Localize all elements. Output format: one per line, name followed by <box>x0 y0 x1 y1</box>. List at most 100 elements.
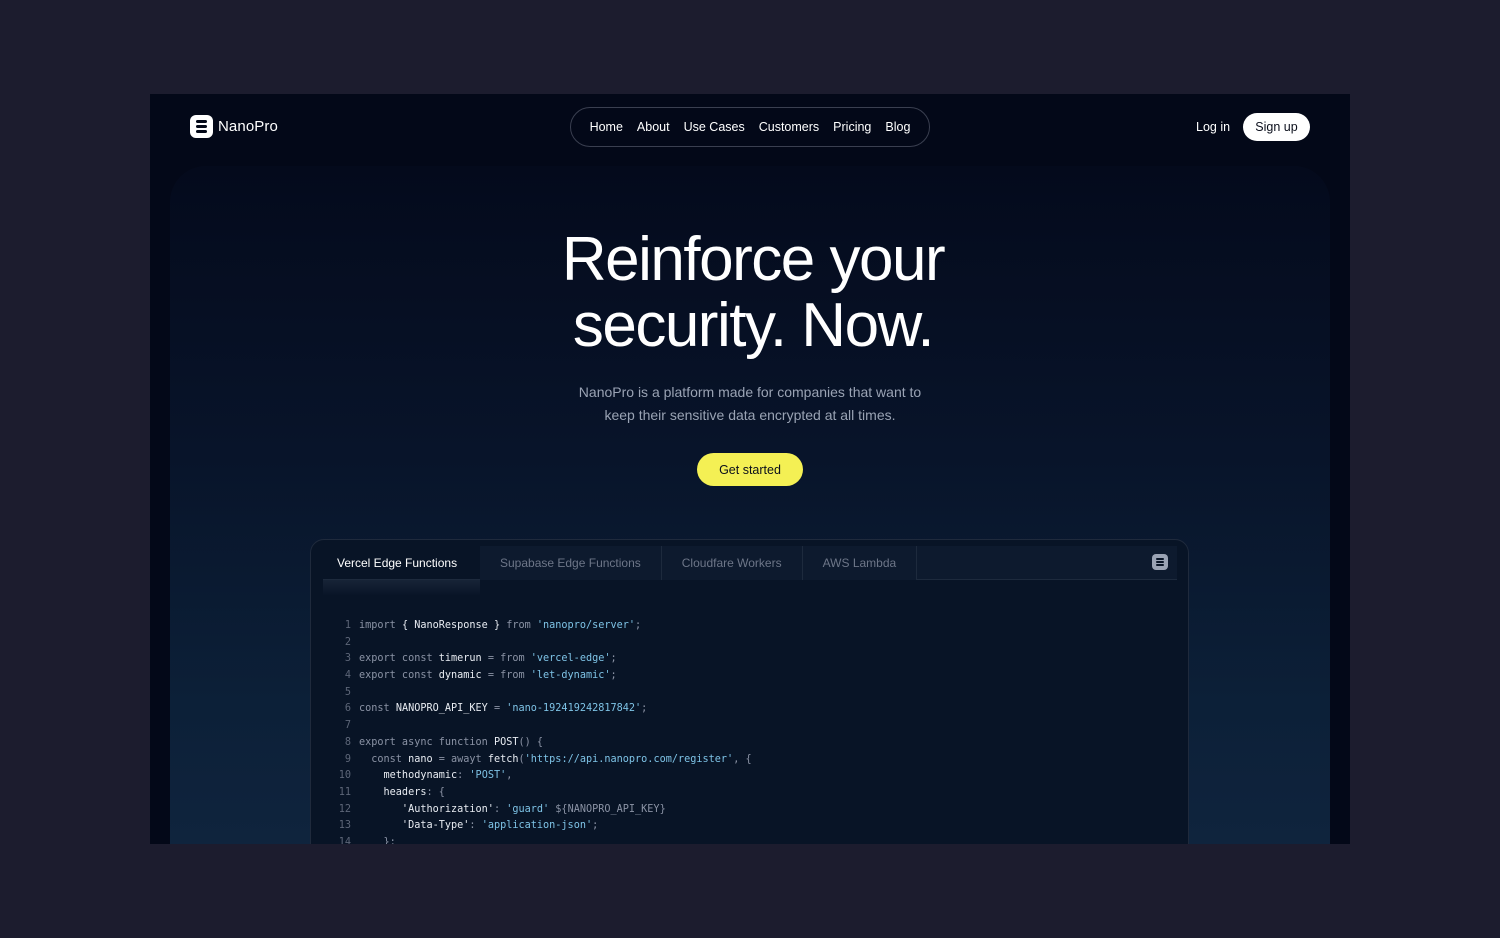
tab-aws-lambda[interactable]: AWS Lambda <box>802 546 918 580</box>
code-line: 9 const nano = awayt fetch('https://api.… <box>333 752 752 769</box>
code-line: 14 }; <box>333 835 752 844</box>
code-token: : <box>493 803 507 815</box>
nav-home[interactable]: Home <box>590 120 623 134</box>
code-token: import <box>359 620 402 631</box>
line-number: 14 <box>338 836 351 844</box>
logo-text: NanoPro <box>218 118 278 135</box>
line-number: 11 <box>338 786 351 798</box>
code-token: const <box>359 753 409 765</box>
headline-line-2: security. Now. <box>572 291 935 360</box>
active-tab-indicator <box>323 580 480 596</box>
nav-use-cases[interactable]: Use Cases <box>684 120 745 134</box>
code-token: : <box>469 820 482 832</box>
code-token: const <box>359 703 396 715</box>
code-token: dynamic <box>438 670 488 682</box>
login-link[interactable]: Log in <box>1196 120 1230 134</box>
code-token: = <box>493 703 507 715</box>
tab-vercel-edge-functions[interactable]: Vercel Edge Functions <box>323 546 480 580</box>
code-token: ; <box>592 820 599 832</box>
code-token: ${NANOPRO_API_KEY} <box>555 803 666 815</box>
code-token: 'vercel-edge' <box>530 653 611 665</box>
line-number: 4 <box>344 670 351 682</box>
line-number: 8 <box>344 736 351 748</box>
code-line: 12 'Authorization': 'guard' ${NANOPRO_AP… <box>333 802 752 819</box>
code-token: ; <box>635 620 642 631</box>
code-line: 3 export const timerun = from 'vercel-edg… <box>333 651 752 668</box>
code-token: : { <box>426 786 445 798</box>
code-token: 'nanopro/server' <box>536 620 636 631</box>
nav-blog[interactable]: Blog <box>885 120 910 134</box>
code-line: 2 <box>333 635 752 652</box>
code-token: fetch <box>487 753 519 765</box>
code-line: 6 const NANOPRO_API_KEY = 'nano-192419242… <box>333 701 752 718</box>
code-token: timerun <box>438 653 488 665</box>
line-number: 3 <box>344 653 351 665</box>
code-token: 'Authorization' <box>359 803 494 815</box>
code-line: 1 import { NanoResponse } from 'nanopro/s… <box>333 618 752 635</box>
headline-line-1: Reinforce your <box>561 225 946 294</box>
code-line: 4 export const dynamic = from 'let-dynami… <box>333 668 752 685</box>
nanopro-icon[interactable] <box>1152 554 1168 570</box>
code-token: POST <box>493 736 519 748</box>
signup-button[interactable]: Sign up <box>1243 113 1310 141</box>
line-number: 7 <box>344 720 351 732</box>
code-token: }; <box>359 836 396 844</box>
code-token: = awayt <box>438 753 488 765</box>
code-token: = from <box>487 670 531 682</box>
code-line: 13 'Data-Type': 'application-json'; <box>333 818 752 835</box>
subtitle-line-2: keep their sensitive data encrypted at a… <box>604 407 896 423</box>
tab-supabase-edge-functions[interactable]: Supabase Edge Functions <box>480 546 662 580</box>
code-token: { NanoResponse } <box>401 620 507 631</box>
code-line: 8 export async function POST() { <box>333 735 752 752</box>
code-token: 'Data-Type' <box>359 820 470 832</box>
browser-frame: NanoPro Home About Use Cases Customers P… <box>150 94 1350 844</box>
logo[interactable]: NanoPro <box>190 115 278 138</box>
code-token: 'guard' <box>506 803 556 815</box>
code-line: 5 <box>333 685 752 702</box>
code-block: 1 import { NanoResponse } from 'nanopro/s… <box>333 618 752 844</box>
code-token: ; <box>610 670 617 682</box>
code-token: , { <box>733 753 752 765</box>
hero-headline: Reinforce your security. Now. <box>150 227 1350 359</box>
code-token: export const <box>359 653 439 665</box>
code-token: methodynamic <box>359 770 458 782</box>
line-number: 2 <box>344 636 351 648</box>
nav-about[interactable]: About <box>637 120 670 134</box>
code-token: 'https://api.nanopro.com/register' <box>524 753 734 765</box>
main-nav: Home About Use Cases Customers Pricing B… <box>570 107 930 147</box>
code-token: export async function <box>359 736 494 748</box>
line-number: 9 <box>344 753 351 765</box>
code-token: () { <box>518 736 544 748</box>
get-started-button[interactable]: Get started <box>697 453 803 486</box>
code-token: export const <box>359 670 439 682</box>
code-token: ; <box>610 653 617 665</box>
subtitle-line-1: NanoPro is a platform made for companies… <box>578 384 922 400</box>
code-token: 'let-dynamic' <box>530 670 611 682</box>
code-token: 'nano-192419242817842' <box>506 703 642 715</box>
code-token: = from <box>487 653 531 665</box>
code-token: : <box>457 770 470 782</box>
code-line: 7 <box>333 718 752 735</box>
code-line: 11 headers: { <box>333 785 752 802</box>
code-token: 'application-json' <box>481 820 593 832</box>
code-tabs: Vercel Edge Functions Supabase Edge Func… <box>323 546 1177 580</box>
line-number: 10 <box>338 770 351 782</box>
code-token: nano <box>408 753 439 765</box>
line-number: 5 <box>344 686 351 698</box>
code-token: from <box>506 620 537 631</box>
code-token: , <box>506 770 513 782</box>
hero-subtitle: NanoPro is a platform made for companies… <box>150 381 1350 427</box>
nav-customers[interactable]: Customers <box>759 120 819 134</box>
logo-icon <box>190 115 213 138</box>
code-token: NANOPRO_API_KEY <box>395 703 494 715</box>
code-token: headers <box>359 786 427 798</box>
code-line: 10 methodynamic: 'POST', <box>333 768 752 785</box>
tab-cloudfare-workers[interactable]: Cloudfare Workers <box>661 546 803 580</box>
code-panel: Vercel Edge Functions Supabase Edge Func… <box>310 539 1189 844</box>
code-token: 'POST' <box>469 770 507 782</box>
code-token: ; <box>641 703 648 715</box>
nav-pricing[interactable]: Pricing <box>833 120 871 134</box>
tab-bar-fill <box>917 546 1177 579</box>
line-number: 12 <box>338 803 351 815</box>
line-number: 1 <box>344 620 351 631</box>
